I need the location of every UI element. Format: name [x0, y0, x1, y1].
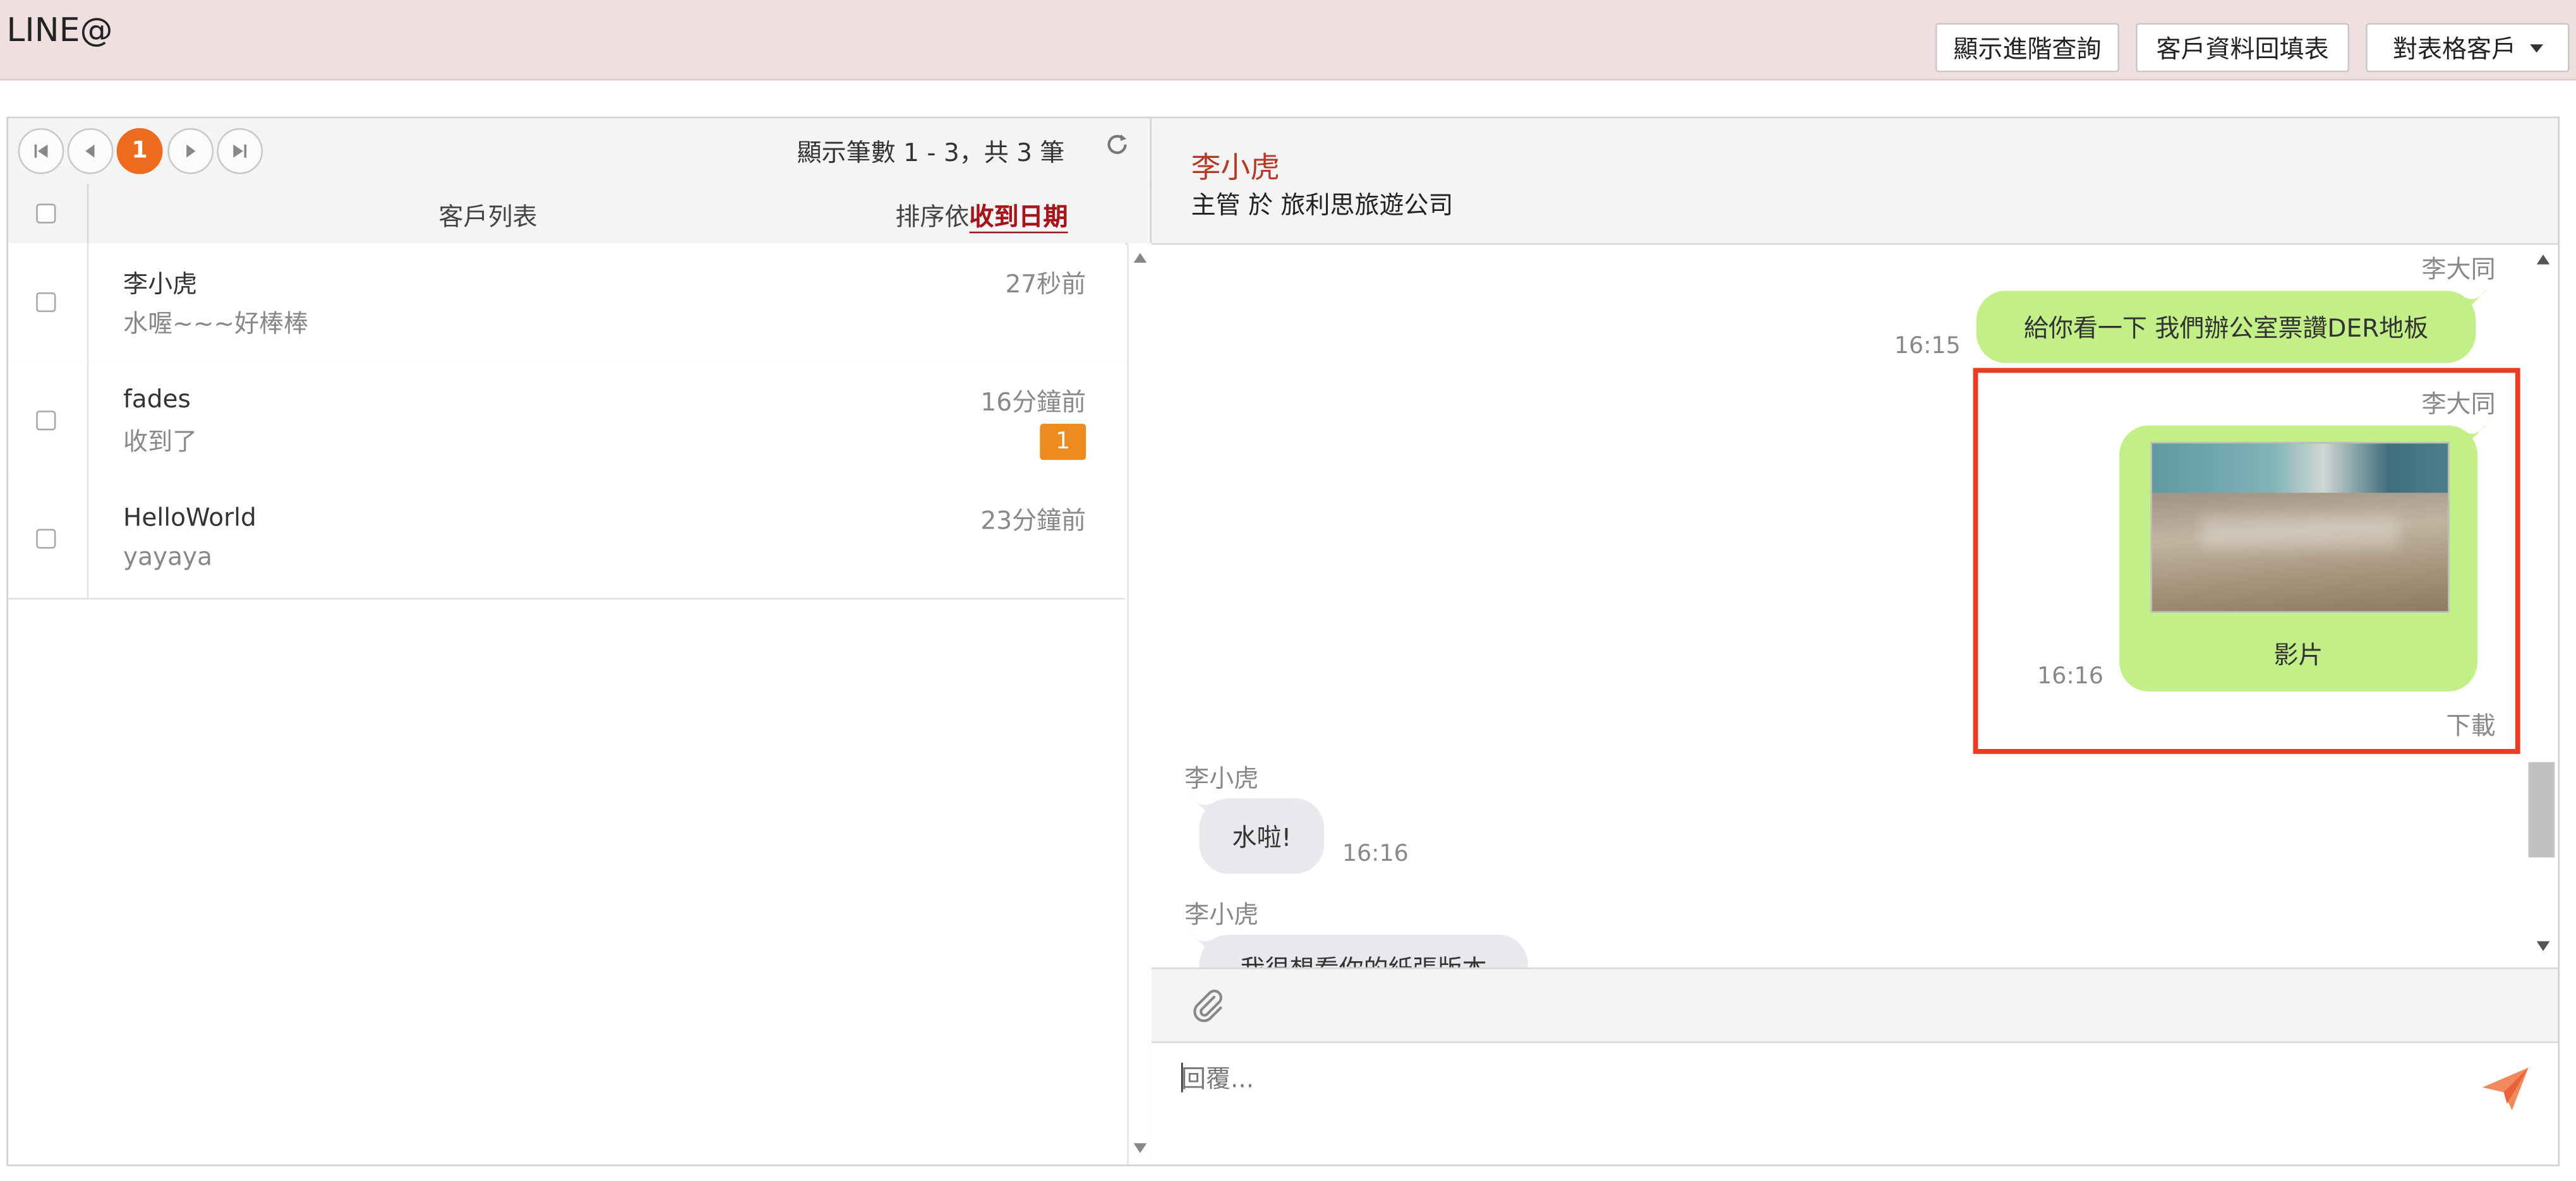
chat-scrollbar[interactable] [2528, 244, 2558, 968]
video-thumbnail[interactable] [2150, 441, 2450, 613]
message-sender: 李小虎 [1184, 764, 1259, 794]
list-item[interactable]: 李小虎 水喔~~~好棒棒 27秒前 [8, 243, 1126, 363]
paperclip-icon[interactable] [1191, 987, 1224, 1023]
message-time: 16:15 [1894, 333, 1961, 360]
row-divider [87, 361, 89, 480]
message-time: 27秒前 [1005, 269, 1086, 299]
page-current[interactable]: 1 [116, 128, 163, 174]
sort-control[interactable]: 排序依收到日期 [895, 199, 1068, 234]
contact-name: 李小虎 [1191, 151, 1280, 186]
chat-header: 李小虎 主管 於 旅利思旅遊公司 [1152, 118, 2558, 245]
message-sender: 李小虎 [1184, 900, 1259, 930]
customer-name: 李小虎 [123, 269, 198, 299]
pager-bar: 1 顯示筆數 1 - 3，共 3 筆 [8, 118, 1150, 186]
next-page-icon[interactable] [167, 128, 214, 174]
list-item[interactable]: HelloWorld yayaya 23分鐘前 [8, 479, 1126, 600]
bubble-tail-icon [1188, 793, 1211, 817]
scroll-up-icon[interactable] [2536, 255, 2550, 265]
sort-prefix: 排序依 [895, 201, 970, 232]
unread-badge: 1 [1040, 424, 1086, 460]
header-divider [87, 184, 89, 243]
show-advanced-query-button[interactable]: 顯示進階查詢 [1935, 23, 2120, 73]
list-title: 客戶列表 [438, 201, 538, 232]
customer-filter-dropdown[interactable]: 對表格客戶 [2366, 23, 2570, 73]
last-message-preview: 水喔~~~好棒棒 [123, 308, 309, 339]
message-time: 16:16 [2037, 663, 2104, 690]
customer-name: HelloWorld [123, 502, 256, 532]
top-bar: LINE@ 顯示進階查詢 客戶資料回填表 對表格客戶 [0, 0, 2576, 81]
last-page-icon[interactable] [217, 128, 263, 174]
brand-logo: LINE@ [6, 9, 113, 50]
scrollbar-thumb[interactable] [2528, 762, 2555, 858]
compose-toolbar [1152, 967, 2558, 1043]
last-message-preview: yayaya [123, 542, 213, 572]
send-icon[interactable] [2482, 1067, 2529, 1111]
contact-info: 主管 於 旅利思旅遊公司 [1191, 190, 1454, 220]
first-page-icon[interactable] [18, 128, 64, 174]
message-time: 16分鐘前 [980, 387, 1086, 417]
message-time: 23分鐘前 [980, 506, 1086, 536]
customer-name: fades [123, 384, 191, 414]
message-bubble-incoming[interactable]: 水啦! [1199, 798, 1325, 874]
list-scrollbar[interactable] [1127, 243, 1152, 1165]
video-label: 影片 [2273, 640, 2323, 671]
bubble-tail-icon [2465, 287, 2489, 311]
refresh-icon[interactable] [1104, 131, 1131, 166]
chat-panel: 李小虎 主管 於 旅利思旅遊公司 李大同 給你看一下 我們辦公室票讚DER地板 … [1152, 116, 2560, 1166]
row-checkbox[interactable] [36, 411, 56, 431]
message-bubble-incoming[interactable]: 我很想看你的紙張版本 [1199, 934, 1528, 968]
reply-input[interactable]: 回覆... [1181, 1061, 1254, 1096]
bubble-tail-icon [2465, 422, 2489, 445]
message-sender: 李大同 [2421, 389, 2496, 419]
row-checkbox[interactable] [36, 292, 56, 313]
customer-data-form-button[interactable]: 客戶資料回填表 [2136, 23, 2350, 73]
message-time: 16:16 [1342, 841, 1409, 868]
message-sender: 李大同 [2421, 255, 2496, 284]
scroll-up-icon[interactable] [1133, 253, 1147, 263]
bubble-tail-icon [1188, 930, 1211, 953]
scroll-down-icon[interactable] [2536, 941, 2550, 951]
customer-filter-label: 對表格客戶 [2393, 33, 2517, 64]
message-area[interactable]: 李大同 給你看一下 我們辦公室票讚DER地板 16:15 李大同 影片 16:1… [1152, 244, 2529, 968]
list-item[interactable]: fades 收到了 16分鐘前 1 [8, 361, 1126, 482]
customer-list-panel: 1 顯示筆數 1 - 3，共 3 筆 客戶列表 排序依收到日期 李小虎 水喔~~… [6, 116, 1152, 1166]
scroll-down-icon[interactable] [1133, 1143, 1147, 1153]
select-all-checkbox[interactable] [36, 203, 56, 224]
row-divider [87, 479, 89, 598]
row-divider [87, 243, 89, 362]
sort-field[interactable]: 收到日期 [969, 201, 1068, 234]
list-header: 客戶列表 排序依收到日期 [8, 184, 1150, 245]
prev-page-icon[interactable] [67, 128, 114, 174]
download-link[interactable]: 下載 [2447, 708, 2496, 743]
row-checkbox[interactable] [36, 529, 56, 549]
last-message-preview: 收到了 [123, 427, 198, 457]
message-bubble-outgoing[interactable]: 給你看一下 我們辦公室票讚DER地板 [1976, 291, 2476, 363]
caret-down-icon [2529, 43, 2543, 52]
page-info: 顯示筆數 1 - 3，共 3 筆 [797, 138, 1065, 168]
